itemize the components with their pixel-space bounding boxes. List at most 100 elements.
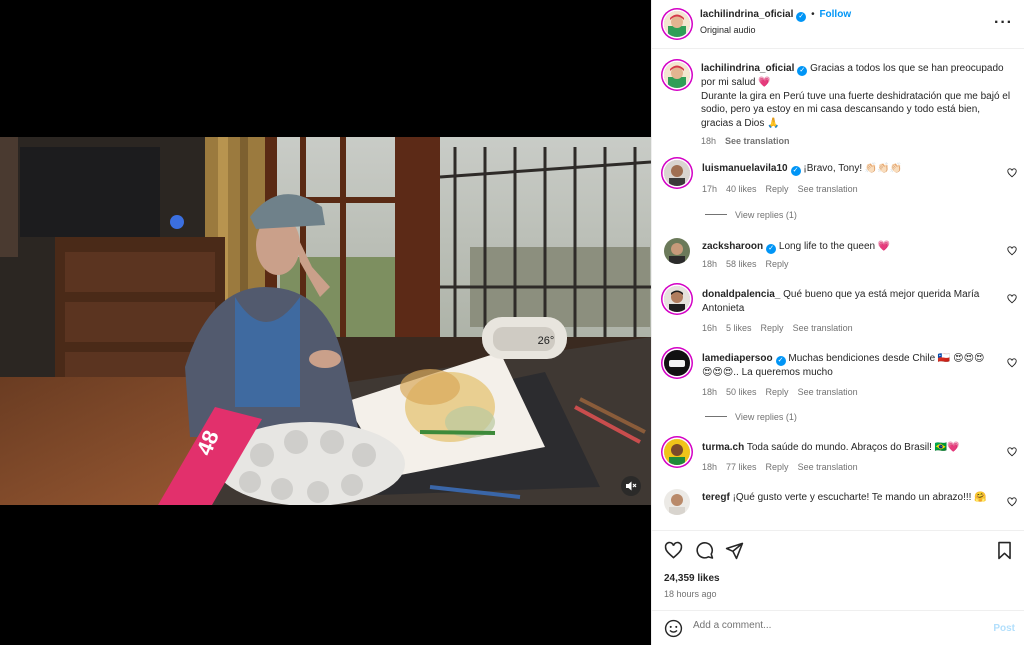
- commenter-avatar[interactable]: [664, 350, 690, 376]
- clock-readout: 26°: [538, 335, 555, 347]
- comments-scroll[interactable]: lachilindrina_oficial ✓ Gracias a todos l…: [652, 50, 1024, 530]
- post-side-panel: lachilindrina_oficial ✓ • Follow Original…: [651, 0, 1024, 645]
- replies-line: [705, 416, 727, 417]
- comment-text-block: zacksharoon ✓ Long life to the queen 💗: [702, 240, 994, 254]
- original-audio-link[interactable]: Original audio: [700, 25, 756, 35]
- comment-text: ¡Bravo, Tony! 👏🏻👏🏻👏🏻: [803, 163, 903, 174]
- comment-text: Toda saúde do mundo. Abraços do Brasil! …: [746, 442, 960, 453]
- video-frame: 26° 48: [0, 137, 651, 505]
- commenter-avatar-image: [664, 439, 690, 465]
- comment-time: 18h: [702, 259, 718, 269]
- comment-text-block: donaldpalencia_ Qué bueno que ya está me…: [702, 288, 994, 315]
- comment-reply[interactable]: Reply: [766, 259, 789, 269]
- verified-badge-icon: ✓: [796, 12, 807, 22]
- comment-username[interactable]: luismanuelavila10: [702, 163, 788, 174]
- video-player[interactable]: 26° 48: [0, 137, 651, 505]
- instagram-post-view: 26° 48 lachilindrina_oficial ✓ • Follow …: [0, 0, 1024, 645]
- commenter-avatar-image: [664, 238, 690, 264]
- follow-button[interactable]: Follow: [819, 9, 851, 20]
- comment-input[interactable]: [693, 620, 973, 631]
- view-replies-label: View replies (1): [735, 412, 797, 422]
- media-pane: 26° 48: [0, 0, 651, 645]
- caption-avatar-image: [664, 62, 690, 88]
- verified-badge-icon: ✓: [775, 356, 786, 366]
- comment-likes[interactable]: 5 likes: [726, 323, 752, 333]
- comment-username[interactable]: donaldpalencia_: [702, 289, 780, 300]
- comment-see-translation[interactable]: See translation: [798, 387, 858, 397]
- save-bookmark-icon[interactable]: [996, 541, 1013, 560]
- comment-text-block: turma.ch Toda saúde do mundo. Abraços do…: [702, 441, 994, 455]
- comment-username[interactable]: lamediapersoo: [702, 353, 773, 364]
- comment-text-block: teregf ¡Qué gusto verte y escucharte! Te…: [702, 491, 994, 505]
- comment-text: Long life to the queen 💗: [778, 241, 891, 252]
- comment-likes[interactable]: 77 likes: [726, 462, 757, 472]
- post-time[interactable]: 18 hours ago: [664, 589, 717, 599]
- likes-count[interactable]: 24,359 likes: [664, 573, 720, 584]
- dot-separator: •: [811, 9, 815, 20]
- comment-username[interactable]: teregf: [702, 492, 730, 503]
- comment-meta: 18h 50 likes Reply See translation: [702, 387, 867, 397]
- verified-badge-icon: ✓: [790, 166, 801, 176]
- view-replies-link[interactable]: View replies (1): [705, 210, 797, 220]
- caption-meta: 18h See translation: [701, 135, 1011, 149]
- share-send-icon[interactable]: [725, 541, 744, 560]
- caption-time: 18h: [701, 136, 717, 147]
- add-comment-bar: Post: [652, 610, 1024, 645]
- like-heart-icon[interactable]: [1007, 358, 1017, 368]
- comment-time: 16h: [702, 323, 718, 333]
- post-actions: 24,359 likes 18 hours ago: [652, 530, 1024, 610]
- like-heart-icon[interactable]: [1007, 497, 1017, 507]
- comment-see-translation[interactable]: See translation: [793, 323, 853, 333]
- comment-see-translation[interactable]: See translation: [798, 184, 858, 194]
- comment-username[interactable]: turma.ch: [702, 442, 744, 453]
- commenter-avatar[interactable]: [664, 439, 690, 465]
- author-avatar-image: [664, 11, 690, 37]
- post-caption: lachilindrina_oficial ✓ Gracias a todos l…: [701, 62, 1011, 149]
- commenter-avatar-image: [664, 350, 690, 376]
- comment-see-translation[interactable]: See translation: [798, 462, 858, 472]
- commenter-avatar[interactable]: [664, 238, 690, 264]
- caption-username[interactable]: lachilindrina_oficial: [701, 63, 794, 74]
- commenter-avatar-image: [664, 489, 690, 515]
- verified-badge-icon: ✓: [766, 244, 777, 254]
- comment-reply[interactable]: Reply: [761, 323, 784, 333]
- comment-likes[interactable]: 40 likes: [726, 184, 757, 194]
- comment-reply[interactable]: Reply: [766, 387, 789, 397]
- header-username-row: lachilindrina_oficial ✓ • Follow: [700, 9, 851, 22]
- comment-username[interactable]: zacksharoon: [702, 241, 763, 252]
- comment-likes[interactable]: 50 likes: [726, 387, 757, 397]
- comment-time: 18h: [702, 387, 718, 397]
- verified-badge-icon: ✓: [797, 66, 808, 76]
- more-options-icon[interactable]: ···: [994, 14, 1013, 32]
- comment-time: 17h: [702, 184, 718, 194]
- speaker-muted-icon: [626, 481, 637, 491]
- replies-line: [705, 214, 727, 215]
- view-replies-label: View replies (1): [735, 210, 797, 220]
- commenter-avatar[interactable]: [664, 286, 690, 312]
- like-heart-icon[interactable]: [1007, 246, 1017, 256]
- caption-see-translation[interactable]: See translation: [725, 136, 790, 146]
- like-heart-icon[interactable]: [1007, 294, 1017, 304]
- comment-bubble-icon[interactable]: [695, 541, 714, 560]
- author-avatar[interactable]: [664, 11, 690, 37]
- mute-toggle-button[interactable]: [621, 476, 641, 496]
- commenter-avatar-image: [664, 160, 690, 186]
- emoji-icon[interactable]: [664, 619, 683, 638]
- post-header: lachilindrina_oficial ✓ • Follow Original…: [652, 0, 1024, 49]
- commenter-avatar[interactable]: [664, 160, 690, 186]
- header-username[interactable]: lachilindrina_oficial: [700, 9, 793, 20]
- comment-reply[interactable]: Reply: [766, 462, 789, 472]
- like-heart-icon[interactable]: [664, 541, 683, 560]
- view-replies-link[interactable]: View replies (1): [705, 412, 797, 422]
- caption-author-avatar[interactable]: [664, 62, 690, 88]
- comment-reply[interactable]: Reply: [766, 184, 789, 194]
- like-heart-icon[interactable]: [1007, 447, 1017, 457]
- comment-time: 18h: [702, 462, 718, 472]
- comment-text-block: luismanuelavila10 ✓ ¡Bravo, Tony! 👏🏻👏🏻👏🏻: [702, 162, 994, 176]
- comment-meta: 17h 40 likes Reply See translation: [702, 184, 867, 194]
- comment-likes[interactable]: 58 likes: [726, 259, 757, 269]
- post-comment-button[interactable]: Post: [993, 623, 1015, 634]
- like-heart-icon[interactable]: [1007, 168, 1017, 178]
- comment-text: ¡Qué gusto verte y escucharte! Te mando …: [732, 492, 987, 503]
- commenter-avatar[interactable]: [664, 489, 690, 515]
